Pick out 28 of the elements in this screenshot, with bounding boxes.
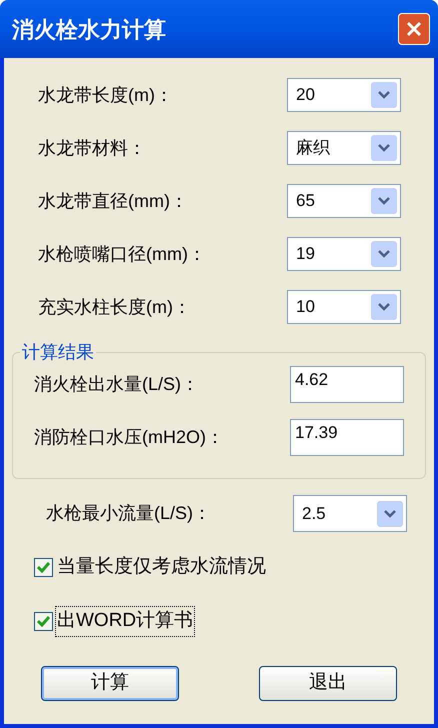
dropdown[interactable]: 19 [287,237,401,271]
checkbox[interactable] [34,558,53,577]
result-field[interactable]: 17.39 [290,419,404,456]
check-icon [37,616,50,627]
field-label: 水龙带直径(mm)： [38,190,189,213]
field-label: 水枪最小流量(L/S)： [46,502,212,525]
field-label: 水龙带材料： [38,136,147,160]
field-label: 消防栓口水压(mH2O)： [34,426,225,449]
dropdown[interactable]: 65 [287,184,401,218]
dropdown[interactable]: 20 [287,78,401,112]
dialog-button[interactable]: 计算 [41,666,179,701]
checkbox-label: 出WORD计算书 [56,607,194,636]
window-title: 消火栓水力计算 [12,16,166,44]
checkbox-label: 当量长度仅考虑水流情况 [56,555,267,580]
dropdown[interactable]: 10 [287,290,401,324]
dropdown[interactable]: 2.5 [293,495,407,532]
field-label: 水龙带长度(m)： [38,84,174,107]
group-title: 计算结果 [20,341,96,363]
checkbox[interactable] [34,612,53,631]
field-label: 消火栓出水量(L/S)： [34,373,200,396]
close-icon [405,20,423,38]
field-label: 充实水柱长度(m)： [38,296,192,319]
dialog-button[interactable]: 退出 [259,666,397,701]
dropdown[interactable]: 麻织 [287,131,401,165]
result-field[interactable]: 4.62 [290,366,404,403]
field-label: 水枪喷嘴口径(mm)： [38,242,207,266]
close-button[interactable] [398,13,430,45]
check-icon [37,562,50,573]
